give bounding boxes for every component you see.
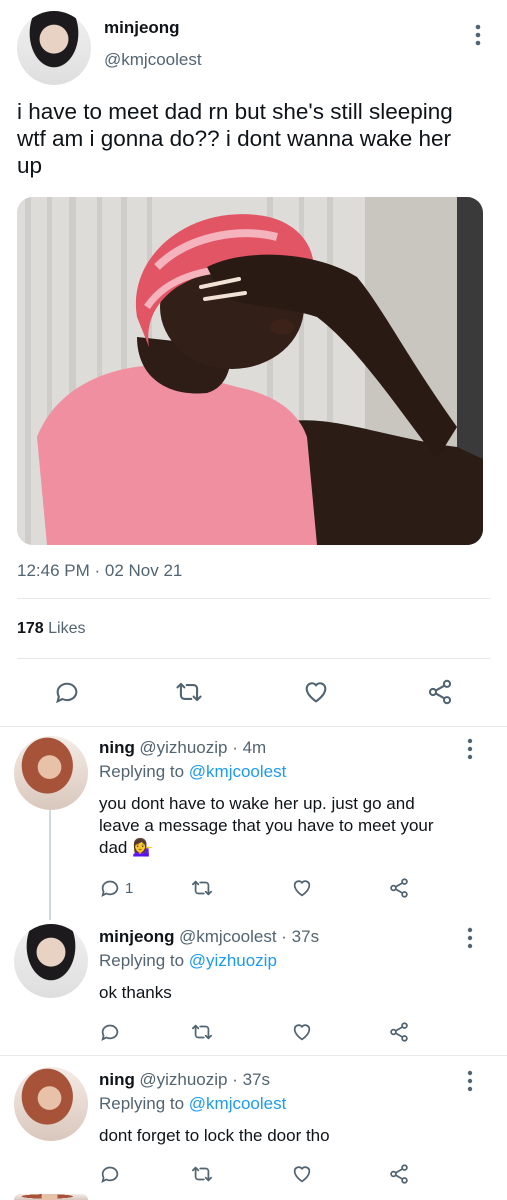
reply-author-meta[interactable]: @yizhuozip · 37s — [139, 1070, 270, 1089]
reply-avatar[interactable] — [14, 924, 88, 998]
tweet-text: i have to meet dad rn but she's still sl… — [17, 98, 497, 179]
replying-to-prefix: Replying to — [99, 762, 189, 781]
retweet-icon[interactable] — [174, 678, 204, 711]
reply-text-line: you dont have to wake her up. just go an… — [99, 794, 415, 813]
reply-icon[interactable] — [99, 1021, 121, 1048]
reply-header: minjeong @kmjcoolest · 37s — [99, 927, 319, 947]
more-options-icon[interactable] — [464, 1069, 476, 1093]
reply-icon[interactable] — [99, 1163, 121, 1190]
replying-to-prefix: Replying to — [99, 951, 189, 970]
retweet-icon[interactable] — [190, 877, 214, 904]
reply-text-line: dont forget to lock the door tho — [99, 1126, 330, 1145]
tweet-text-line: wtf am i gonna do?? i dont wanna wake he… — [17, 126, 452, 151]
tweet-photo[interactable] — [17, 197, 483, 545]
tweet-timestamp[interactable]: 12:46 PM · 02 Nov 21 — [17, 561, 182, 581]
author-display-name[interactable]: minjeong — [104, 18, 180, 38]
tweet-text-line: up — [17, 153, 43, 178]
heart-icon[interactable] — [302, 678, 330, 711]
heart-icon[interactable] — [291, 1163, 313, 1190]
replying-to-mention[interactable]: @kmjcoolest — [189, 1094, 287, 1113]
reply-text: you dont have to wake her up. just go an… — [99, 793, 499, 859]
share-icon[interactable] — [388, 877, 410, 904]
thread-line — [49, 810, 51, 920]
reply-icon[interactable] — [53, 678, 81, 711]
reply-text: ok thanks — [99, 982, 499, 1004]
reply-author-meta[interactable]: @kmjcoolest · 37s — [179, 927, 319, 946]
likes-label: Likes — [48, 620, 86, 637]
author-handle[interactable]: @kmjcoolest — [104, 50, 202, 70]
likes-stat[interactable]: 178 Likes — [17, 620, 86, 638]
tweet-text-line: i have to meet dad rn but she's still sl… — [17, 99, 453, 124]
share-icon[interactable] — [426, 678, 454, 711]
reply-count: 1 — [125, 879, 134, 897]
share-icon[interactable] — [388, 1021, 410, 1048]
reply-text: dont forget to lock the door tho — [99, 1125, 499, 1147]
reply-text-line: dad 💁‍♀️ — [99, 838, 154, 857]
retweet-icon[interactable] — [190, 1163, 214, 1190]
reply-text-line: ok thanks — [99, 983, 172, 1002]
reply-author-name[interactable]: minjeong — [99, 927, 175, 946]
divider — [0, 726, 507, 727]
replying-to-prefix: Replying to — [99, 1094, 189, 1113]
more-options-icon[interactable] — [464, 737, 476, 761]
divider — [0, 1055, 507, 1056]
reply-avatar[interactable] — [14, 1067, 88, 1141]
heart-icon[interactable] — [291, 877, 313, 904]
reply-author-name[interactable]: ning — [99, 1070, 135, 1089]
replying-to-mention[interactable]: @kmjcoolest — [189, 762, 287, 781]
reply-author-meta[interactable]: @yizhuozip · 4m — [139, 738, 266, 757]
more-options-icon[interactable] — [464, 926, 476, 950]
reply-header: ning @yizhuozip · 37s — [99, 1070, 270, 1090]
share-icon[interactable] — [388, 1163, 410, 1190]
reply-author-name[interactable]: ning — [99, 738, 135, 757]
author-avatar[interactable] — [17, 11, 91, 85]
replying-to-mention[interactable]: @yizhuozip — [189, 951, 277, 970]
retweet-icon[interactable] — [190, 1021, 214, 1048]
divider — [17, 598, 490, 599]
likes-count: 178 — [17, 620, 44, 637]
reply-avatar[interactable] — [14, 736, 88, 810]
reply-icon[interactable]: 1 — [99, 877, 133, 899]
replying-to: Replying to @yizhuozip — [99, 951, 277, 971]
heart-icon[interactable] — [291, 1021, 313, 1048]
divider — [17, 658, 490, 659]
reply-text-line: leave a message that you have to meet yo… — [99, 816, 434, 835]
reply-header: ning @yizhuozip · 4m — [99, 738, 266, 758]
more-options-icon[interactable] — [472, 22, 484, 48]
replying-to: Replying to @kmjcoolest — [99, 1094, 286, 1114]
replying-to: Replying to @kmjcoolest — [99, 762, 286, 782]
next-reply-avatar[interactable] — [14, 1194, 88, 1200]
